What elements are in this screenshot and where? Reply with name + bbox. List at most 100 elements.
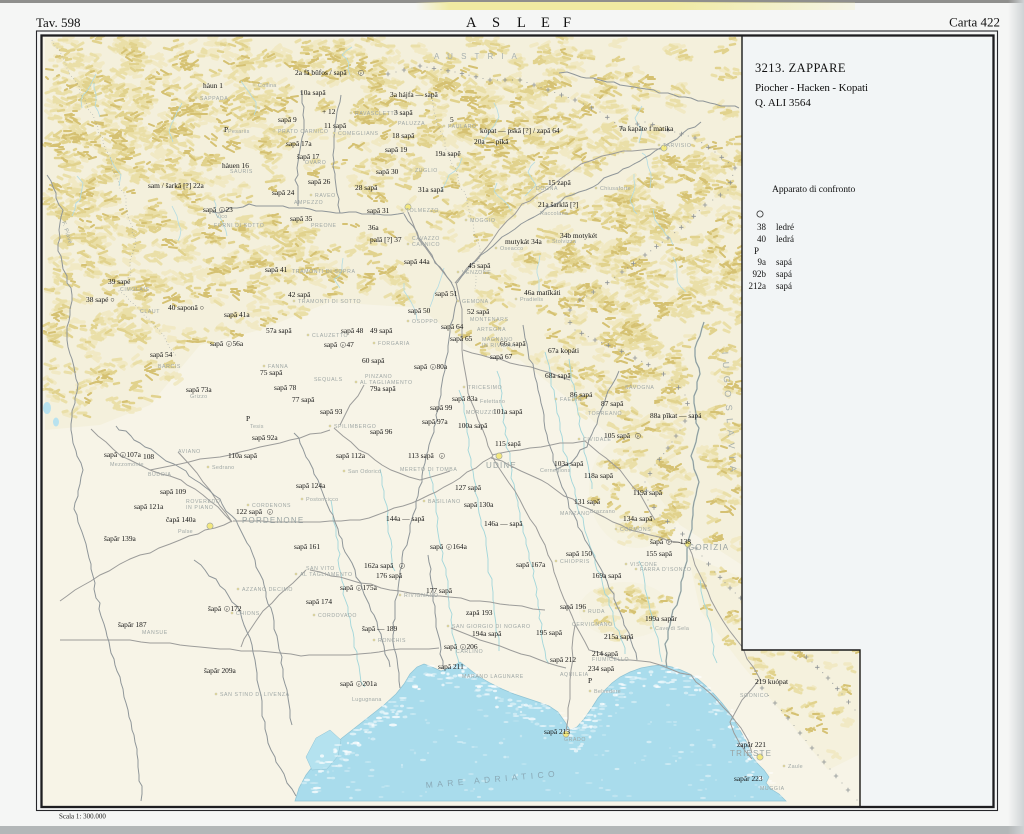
svg-text:110a sapâ: 110a sapâ: [228, 451, 258, 460]
svg-text:MORUZZO: MORUZZO: [466, 410, 496, 416]
svg-text:CHIOPRIS: CHIOPRIS: [560, 559, 590, 565]
svg-text:PALUZZA: PALUZZA: [398, 121, 425, 127]
svg-text:+ 12: + 12: [322, 107, 336, 116]
svg-text:100a sapâ: 100a sapâ: [458, 421, 488, 430]
svg-text:šapâr 139a: šapâr 139a: [104, 534, 137, 543]
svg-text:sapâ 112a: sapâ 112a: [336, 451, 366, 460]
svg-text:SAURIS: SAURIS: [230, 169, 253, 175]
svg-text:zapâr 221: zapâr 221: [737, 740, 766, 749]
svg-text:144a — sapâ: 144a — sapâ: [386, 514, 425, 523]
svg-text:ledrá: ledrá: [776, 234, 794, 244]
svg-text:AMPEZZO: AMPEZZO: [294, 200, 323, 206]
svg-text:127 sapâ: 127 sapâ: [455, 483, 482, 492]
svg-text:67a kopáti: 67a kopáti: [548, 346, 579, 355]
svg-text:mutykát 34a: mutykát 34a: [505, 237, 542, 246]
svg-text:sapâ 41a: sapâ 41a: [224, 310, 250, 319]
svg-text:195 sapâ: 195 sapâ: [536, 628, 563, 637]
svg-text:P: P: [228, 343, 230, 347]
svg-text:MONTENARS: MONTENARS: [470, 317, 509, 323]
svg-text:52 sapâ: 52 sapâ: [467, 307, 490, 316]
svg-text:E: E: [541, 15, 550, 31]
svg-text:Mezzomonte: Mezzomonte: [110, 462, 144, 468]
svg-text:sapâ 109: sapâ 109: [160, 487, 186, 496]
svg-text:sapâ 121a: sapâ 121a: [134, 502, 164, 511]
svg-text:sapâ 78: sapâ 78: [274, 383, 297, 392]
svg-text:215a sapâ: 215a sapâ: [604, 632, 634, 641]
svg-text:CERVIGNANO: CERVIGNANO: [572, 622, 613, 628]
svg-text:CORMONS: CORMONS: [620, 527, 651, 533]
svg-text:sapâ 212: sapâ 212: [550, 655, 576, 664]
svg-text:38 sapé ○: 38 sapé ○: [86, 295, 115, 304]
svg-text:Postoncicco: Postoncicco: [306, 497, 338, 503]
svg-text:28 sapâ: 28 sapâ: [355, 183, 378, 192]
svg-text:BARCIS: BARCIS: [158, 364, 181, 370]
svg-text:CARNICO: CARNICO: [412, 242, 440, 248]
svg-text:CARLINO: CARLINO: [456, 649, 483, 655]
svg-text:P: P: [441, 455, 443, 459]
svg-text:ZUGLIO: ZUGLIO: [415, 168, 438, 174]
svg-text:RUDA: RUDA: [588, 609, 605, 615]
svg-text:sapâ 167a: sapâ 167a: [516, 560, 546, 569]
svg-text:sapâ 30: sapâ 30: [376, 167, 399, 176]
svg-text:219 kuópat: 219 kuópat: [755, 677, 789, 686]
svg-text:Belvedere: Belvedere: [594, 689, 621, 695]
svg-text:ARTEGNA: ARTEGNA: [477, 327, 506, 333]
svg-text:FORGARIA: FORGARIA: [378, 341, 410, 347]
svg-text:FORNI DI SOTTO: FORNI DI SOTTO: [214, 223, 264, 229]
svg-text:RAVEO: RAVEO: [315, 193, 336, 199]
svg-text:Stolvizza: Stolvizza: [552, 239, 576, 245]
svg-text:Palse: Palse: [178, 529, 193, 535]
svg-text:Felettano: Felettano: [480, 399, 505, 405]
svg-text:P: P: [226, 608, 228, 612]
svg-text:čapâ 140a: čapâ 140a: [166, 515, 196, 524]
svg-text:39 sapé: 39 sapé: [108, 277, 131, 286]
svg-text:CLAUT: CLAUT: [140, 309, 160, 315]
svg-text:GEMONA: GEMONA: [462, 299, 489, 305]
svg-text:sapâ 73a: sapâ 73a: [186, 385, 212, 394]
svg-text:sapâ 130a: sapâ 130a: [464, 500, 494, 509]
svg-text:146a — sapâ: 146a — sapâ: [484, 519, 523, 528]
svg-text:SAN STINO DI LIVENZA: SAN STINO DI LIVENZA: [220, 692, 290, 698]
svg-text:AZZANO DECIMO: AZZANO DECIMO: [242, 587, 293, 593]
svg-text:TRICESIMO: TRICESIMO: [468, 385, 502, 391]
svg-text:sapâ 67: sapâ 67: [490, 352, 513, 361]
svg-text:BASILIANO: BASILIANO: [428, 499, 461, 505]
svg-text:PRATO CARNICO: PRATO CARNICO: [278, 129, 329, 135]
svg-text:MOGGIO: MOGGIO: [470, 218, 496, 224]
svg-text:SEQUALS: SEQUALS: [314, 377, 343, 383]
svg-text:TARVISIO: TARVISIO: [663, 143, 692, 149]
svg-text:sapâ 19: sapâ 19: [385, 145, 408, 154]
svg-text:sapâ 54: sapâ 54: [150, 350, 173, 359]
svg-text:sapâ 35: sapâ 35: [290, 214, 313, 223]
svg-text:176 sapâ: 176 sapâ: [376, 571, 403, 580]
svg-text:Scala 1: 300.000: Scala 1: 300.000: [59, 813, 106, 821]
svg-text:113 sapâ: 113 sapâ: [408, 451, 435, 460]
svg-text:L: L: [517, 15, 526, 31]
svg-text:P: P: [637, 435, 639, 439]
svg-text:MANZANO: MANZANO: [560, 511, 590, 517]
svg-text:AL TAGLIAMENTO: AL TAGLIAMENTO: [360, 380, 413, 386]
svg-text:sam / šarkâ [?] 22a: sam / šarkâ [?] 22a: [148, 181, 205, 190]
svg-text:F: F: [563, 15, 571, 31]
svg-text:103a sapâ: 103a sapâ: [554, 459, 584, 468]
svg-text:57a sapâ: 57a sapâ: [266, 326, 292, 335]
svg-text:5: 5: [450, 115, 454, 124]
svg-text:IN RIVIERA: IN RIVIERA: [482, 343, 515, 349]
svg-text:7a kapâte f matika: 7a kapâte f matika: [619, 124, 674, 133]
svg-text:108: 108: [143, 452, 154, 461]
svg-text:sapâ 26: sapâ 26: [308, 177, 331, 186]
svg-text:Chiusaforte: Chiusaforte: [600, 186, 631, 192]
svg-text:AQUILEIA: AQUILEIA: [560, 672, 589, 678]
svg-text:A: A: [466, 15, 477, 31]
svg-text:CIMOLAIS: CIMOLAIS: [120, 287, 150, 293]
svg-text:sapâ 161: sapâ 161: [294, 542, 320, 551]
svg-text:46a matîkáti: 46a matîkáti: [524, 288, 561, 297]
svg-text:sapâ 92a: sapâ 92a: [252, 433, 278, 442]
svg-text:P: P: [358, 587, 360, 591]
svg-text:San Odorico: San Odorico: [348, 469, 381, 475]
svg-text:sapâ 211: sapâ 211: [438, 662, 464, 671]
svg-text:RONCHIS: RONCHIS: [378, 638, 406, 644]
svg-text:234 sapâ: 234 sapâ: [588, 664, 615, 673]
svg-text:Vico: Vico: [216, 214, 228, 220]
svg-text:Apparato di confronto: Apparato di confronto: [772, 184, 855, 195]
